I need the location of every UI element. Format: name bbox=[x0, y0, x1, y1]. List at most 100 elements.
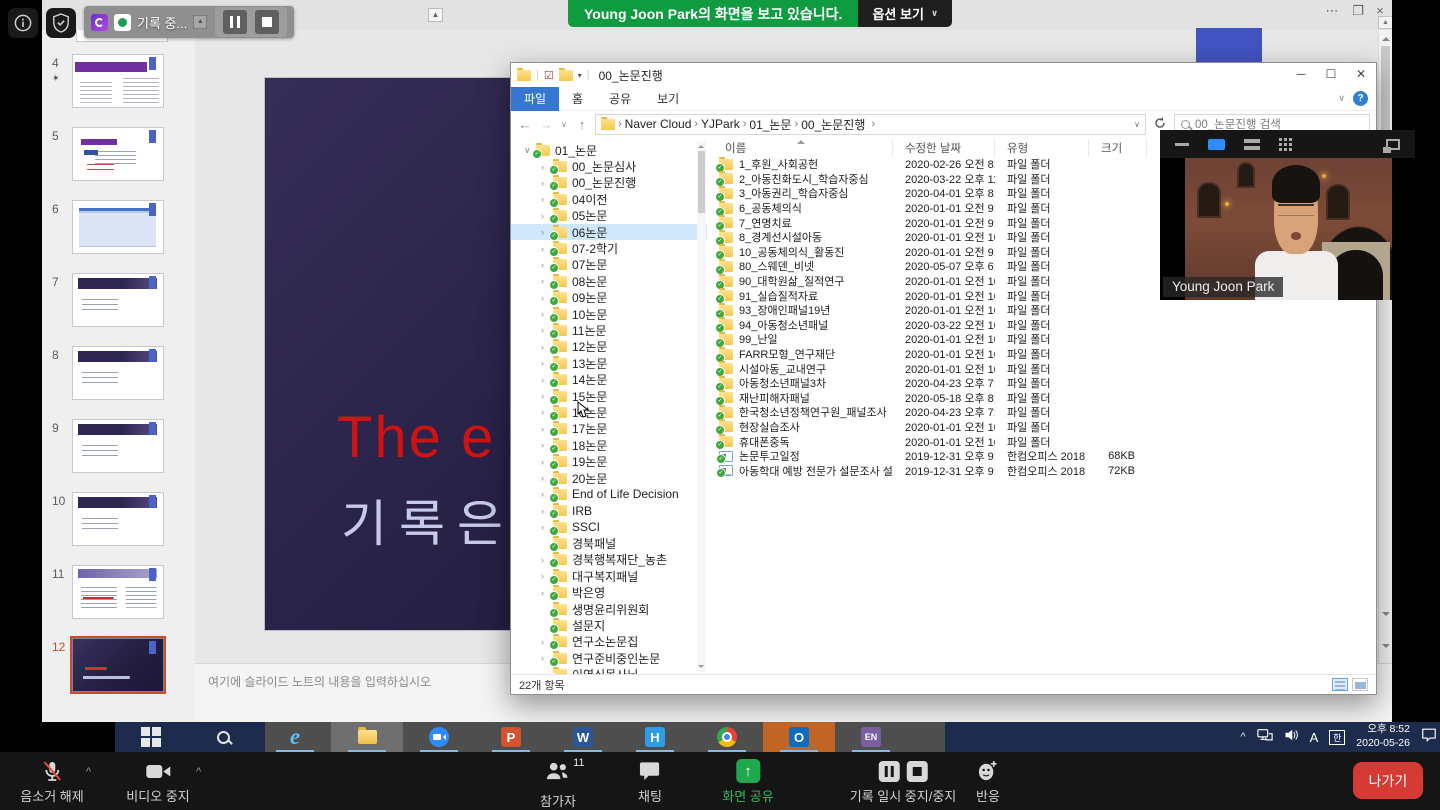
recent-locations-icon[interactable]: ∨ bbox=[559, 120, 569, 129]
tree-item[interactable]: › 19논문 bbox=[511, 453, 707, 469]
large-icons-view-icon[interactable] bbox=[1352, 678, 1368, 691]
stop-icon[interactable] bbox=[906, 761, 927, 782]
tree-item[interactable]: › 06논문 bbox=[511, 224, 707, 240]
minimize-video-icon[interactable] bbox=[1175, 143, 1189, 146]
tree-item[interactable]: › IRB bbox=[511, 503, 707, 519]
tree-item[interactable]: › 00_논문진행 bbox=[511, 175, 707, 191]
taskbar-app-button[interactable] bbox=[691, 722, 763, 752]
tree-item[interactable]: › 경북행복재단_농촌 bbox=[511, 552, 707, 568]
taskbar-app-button[interactable]: O bbox=[763, 722, 835, 752]
address-breadcrumb[interactable]: › Naver Cloud › YJPark › 01_논문 › 00_논문진행… bbox=[595, 114, 1146, 135]
tree-item[interactable]: › 10논문 bbox=[511, 306, 707, 322]
popout-view-icon[interactable] bbox=[1386, 139, 1400, 150]
pause-recording-icon[interactable] bbox=[223, 10, 247, 34]
column-header-date[interactable]: 수정한 날짜 bbox=[893, 139, 995, 157]
slide-thumbnail[interactable]: 8 bbox=[42, 342, 195, 415]
taskbar-app-button[interactable] bbox=[187, 722, 259, 752]
scroll-up-icon[interactable] bbox=[1382, 33, 1390, 41]
taskbar-clock[interactable]: 오후 8:52 2020-05-26 bbox=[1356, 723, 1410, 750]
file-row[interactable]: 99_난일 2020-01-01 오전 10:00 파일 폴더 bbox=[713, 332, 1376, 347]
file-row[interactable]: FARR모형_연구재단 2020-01-01 오전 10:01 파일 폴더 bbox=[713, 347, 1376, 362]
encryption-status-button[interactable] bbox=[46, 8, 76, 38]
ribbon-collapse-icon[interactable]: ▲ bbox=[1378, 16, 1393, 29]
taskbar-app-button[interactable]: W bbox=[547, 722, 619, 752]
participants-button[interactable]: 11 참가자 bbox=[540, 759, 576, 810]
slide-thumbnail[interactable]: 4 bbox=[42, 50, 195, 123]
reactions-button[interactable]: 반응 bbox=[976, 759, 1000, 805]
volume-icon[interactable] bbox=[1284, 728, 1299, 747]
qat-customize-icon[interactable]: ▾ bbox=[578, 71, 582, 80]
taskbar-app-button[interactable] bbox=[115, 722, 187, 752]
ppt-more-icon[interactable]: ⋯ bbox=[1322, 3, 1342, 19]
collapse-indicator-icon[interactable]: ▲ bbox=[193, 15, 207, 29]
scrollbar-thumb[interactable] bbox=[698, 151, 705, 213]
video-options-chevron-icon[interactable]: ^ bbox=[196, 766, 201, 778]
active-speaker-view-icon[interactable] bbox=[1208, 139, 1225, 150]
breadcrumb-segment[interactable]: 01_논문 bbox=[746, 116, 794, 133]
breadcrumb-segment[interactable]: YJPark bbox=[698, 117, 743, 131]
tree-item[interactable]: › 16논문 bbox=[511, 404, 707, 420]
slide-thumbnail[interactable]: 9 bbox=[42, 415, 195, 488]
tab-file[interactable]: 파일 bbox=[511, 87, 559, 111]
thumbnail-view-icon[interactable] bbox=[1244, 139, 1260, 150]
minimize-button[interactable]: ─ bbox=[1286, 63, 1316, 85]
breadcrumb-segment[interactable]: 00_논문진행 bbox=[798, 116, 868, 133]
tree-item[interactable]: › 11논문 bbox=[511, 322, 707, 338]
qat-newfolder-icon[interactable] bbox=[559, 70, 573, 81]
stop-recording-icon[interactable] bbox=[255, 10, 279, 34]
tree-item[interactable]: › 09논문 bbox=[511, 290, 707, 306]
file-row[interactable]: 재난피해자패널 2020-05-18 오후 8:07 파일 폴더 bbox=[713, 391, 1376, 406]
file-row[interactable]: 현장실습조사 2020-01-01 오전 10:01 파일 폴더 bbox=[713, 420, 1376, 435]
taskbar-app-button[interactable]: H bbox=[619, 722, 691, 752]
pause-icon[interactable] bbox=[878, 761, 899, 782]
forward-icon[interactable]: → bbox=[538, 117, 554, 132]
tree-item[interactable]: › 경북패널 bbox=[511, 535, 707, 551]
file-row[interactable]: 한국청소년정책연구원_패널조사 2020-04-23 오후 7:31 파일 폴더 bbox=[713, 405, 1376, 420]
address-dropdown-icon[interactable]: ∨ bbox=[1134, 120, 1140, 129]
slide-thumbnail[interactable]: 6 bbox=[42, 196, 195, 269]
mic-options-chevron-icon[interactable]: ^ bbox=[86, 766, 91, 778]
tree-item[interactable]: › 17논문 bbox=[511, 421, 707, 437]
scroll-up-icon[interactable] bbox=[698, 142, 704, 148]
tree-item[interactable]: › 이영식목사님 bbox=[511, 667, 707, 675]
action-center-icon[interactable] bbox=[1421, 727, 1437, 747]
tree-item[interactable]: › 생명윤리위원회 bbox=[511, 601, 707, 617]
tree-item[interactable]: › 04이전 bbox=[511, 191, 707, 207]
tree-item[interactable]: › 08논문 bbox=[511, 273, 707, 289]
tree-item[interactable]: › 07논문 bbox=[511, 257, 707, 273]
file-row[interactable]: 논문투고일정 2019-12-31 오후 9:58 한컴오피스 2018 ...… bbox=[713, 449, 1376, 464]
tree-item[interactable]: › 15논문 bbox=[511, 388, 707, 404]
tree-item[interactable]: › 18논문 bbox=[511, 437, 707, 453]
view-options-button[interactable]: 옵션 보기 ∨ bbox=[858, 0, 952, 27]
maximize-button[interactable]: ☐ bbox=[1316, 63, 1346, 85]
column-header-type[interactable]: 유형 bbox=[995, 139, 1089, 157]
ribbon-pin-icon[interactable]: ▲ bbox=[428, 8, 443, 22]
tree-item[interactable]: › 대구복지패널 bbox=[511, 568, 707, 584]
qat-properties-icon[interactable]: ☑ bbox=[544, 69, 554, 82]
tree-scrollbar[interactable] bbox=[697, 141, 706, 672]
taskbar-app-button[interactable] bbox=[403, 722, 475, 752]
network-icon[interactable] bbox=[1257, 728, 1273, 747]
meeting-info-button[interactable] bbox=[8, 8, 38, 38]
leave-meeting-button[interactable]: 나가기 bbox=[1353, 762, 1423, 799]
tree-item[interactable]: › 박은영 bbox=[511, 585, 707, 601]
tree-item[interactable]: › 00_논문심사 bbox=[511, 158, 707, 174]
tree-item[interactable]: › 연구소논문집 bbox=[511, 634, 707, 650]
file-row[interactable]: 93_장애인패널19년 2020-01-01 오전 10:00 파일 폴더 bbox=[713, 303, 1376, 318]
ribbon-expand-icon[interactable]: ∨ bbox=[1338, 93, 1345, 104]
share-screen-button[interactable]: ↑ 화면 공유 bbox=[722, 759, 773, 805]
close-button[interactable]: ✕ bbox=[1346, 63, 1376, 85]
column-header-size[interactable]: 크기 bbox=[1089, 139, 1147, 157]
help-icon[interactable]: ? bbox=[1353, 91, 1368, 106]
chat-button[interactable]: 채팅 bbox=[638, 759, 662, 805]
slide-thumbnail[interactable]: 10 bbox=[42, 488, 195, 561]
details-view-icon[interactable] bbox=[1332, 678, 1348, 691]
taskbar-app-button[interactable]: EN bbox=[835, 722, 907, 752]
recording-control-button[interactable]: 기록 일시 중지/중지 bbox=[850, 759, 957, 805]
tab-view[interactable]: 보기 bbox=[644, 90, 692, 107]
file-row[interactable]: 시설아동_교내연구 2020-01-01 오전 10:01 파일 폴더 bbox=[713, 361, 1376, 376]
tab-home[interactable]: 홈 bbox=[559, 90, 596, 107]
breadcrumb-segment[interactable]: Naver Cloud bbox=[622, 117, 695, 131]
unmute-button[interactable]: 음소거 해제 bbox=[20, 759, 83, 805]
tree-item[interactable]: › 13논문 bbox=[511, 355, 707, 371]
